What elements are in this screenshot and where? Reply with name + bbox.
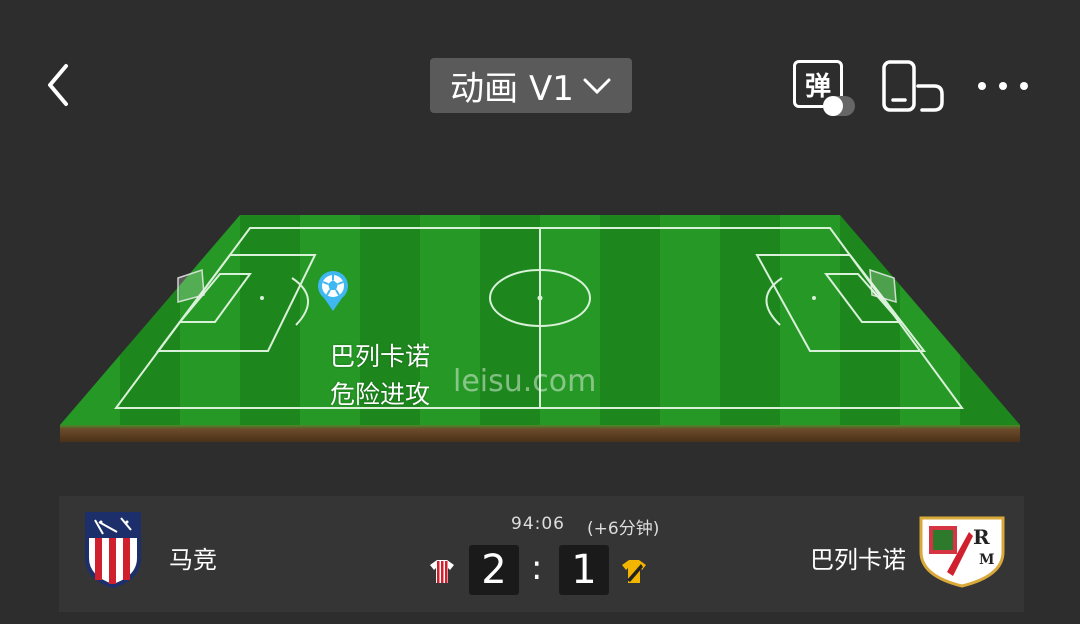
home-score: 2 [469,545,519,595]
home-team-crest [85,512,141,588]
event-text: 危险进攻 [330,380,431,409]
away-kit-icon [622,560,646,583]
away-team-crest: R M [919,516,1005,588]
scoreboard: 马竞 94:06 (+6分钟) 2 : 1 巴列卡诺 R M [59,496,1024,612]
more-button[interactable] [976,76,1030,96]
danmu-switch-knob [823,96,843,116]
pitch-soil-edge [60,425,1020,442]
home-team-name: 马竞 [169,546,217,574]
match-animation-pitch [0,170,1080,470]
danmu-toggle-button[interactable]: 弹 [793,60,859,118]
away-score: 1 [559,545,609,595]
event-label: 巴列卡诺 危险进攻 [330,338,430,414]
ball-location-icon [318,271,348,311]
away-team-name: 巴列卡诺 [810,546,906,574]
added-time: (+6分钟) [587,519,660,539]
top-bar: 动画 V1 弹 [0,0,1080,170]
rotate-device-button[interactable] [882,60,946,112]
danmu-switch[interactable] [823,96,855,116]
chevron-left-icon [48,64,68,106]
svg-text:M: M [979,552,995,568]
more-dots-icon [978,82,1028,90]
animation-version-select[interactable]: 动画 V1 [430,58,632,113]
chevron-down-icon [583,78,611,94]
watermark: leisu.com [453,364,597,399]
score-separator: : [531,548,543,588]
back-button[interactable] [40,60,80,110]
match-clock: 94:06 [511,514,565,534]
event-team: 巴列卡诺 [330,342,431,371]
svg-text:R: R [973,525,990,549]
animation-select-label: 动画 V1 [450,69,574,109]
rotate-device-icon [882,60,944,112]
pitch-graphic [60,215,1020,442]
home-kit-icon [430,560,454,583]
